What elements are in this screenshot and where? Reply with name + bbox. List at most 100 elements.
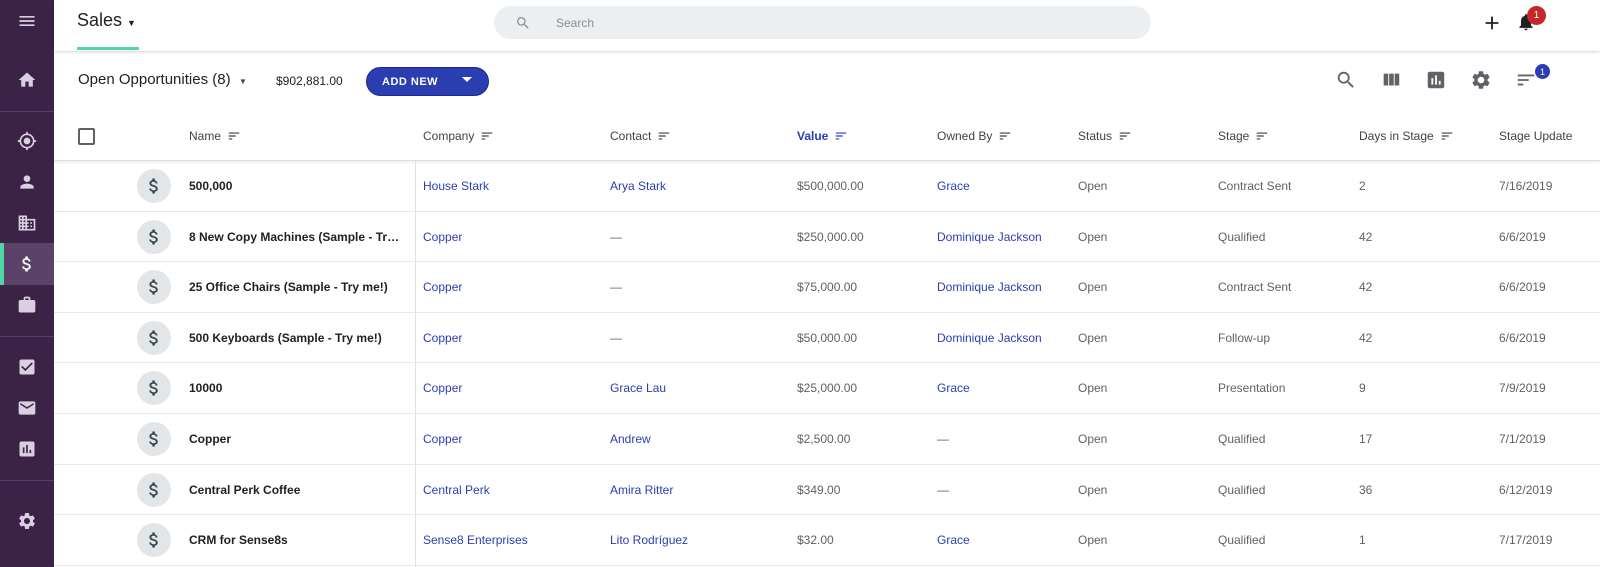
contact-empty: —: [610, 330, 622, 345]
search-bar[interactable]: [494, 6, 1151, 39]
table-row[interactable]: Central Perk Coffee Central Perk Amira R…: [54, 465, 1600, 516]
opportunity-name[interactable]: 500,000: [189, 179, 404, 193]
caret-down-icon[interactable]: ▼: [239, 77, 247, 86]
days-in-stage-cell: 1: [1359, 533, 1366, 548]
stage-cell: Presentation: [1218, 381, 1286, 396]
search-input[interactable]: [556, 15, 1116, 30]
sidebar-item-tasks[interactable]: [0, 346, 54, 388]
opportunity-name[interactable]: 8 New Copy Machines (Sample - Try me!): [189, 230, 404, 244]
column-header-stage[interactable]: Stage: [1218, 129, 1269, 143]
column-header-owned-by[interactable]: Owned By: [937, 129, 1012, 143]
company-link[interactable]: Copper: [423, 432, 593, 446]
opportunity-name[interactable]: 10000: [189, 381, 404, 395]
table-row[interactable]: 10000 Copper Grace Lau $25,000.00 Grace …: [54, 363, 1600, 414]
company-link[interactable]: Central Perk: [423, 483, 593, 497]
company-link[interactable]: Copper: [423, 280, 593, 294]
value-cell: $250,000.00: [797, 229, 864, 244]
gear-icon: [1472, 71, 1490, 89]
view-selector[interactable]: Open Opportunities (8): [78, 71, 231, 88]
dollar-icon: [149, 532, 158, 548]
hamburger-menu-button[interactable]: [0, 0, 54, 42]
contact-link[interactable]: Andrew: [610, 432, 780, 446]
caret-down-icon: ▼: [127, 17, 136, 28]
table-row[interactable]: 500,000 House Stark Arya Stark $500,000.…: [54, 161, 1600, 212]
owner-link[interactable]: Dominique Jackson: [937, 280, 1067, 294]
opportunity-name[interactable]: Copper: [189, 432, 404, 446]
sort-icon: [1441, 132, 1452, 140]
column-header-stage-updated[interactable]: Stage Update: [1499, 129, 1572, 143]
add-button[interactable]: [1481, 12, 1503, 34]
company-link[interactable]: Copper: [423, 331, 593, 345]
status-cell: Open: [1078, 280, 1108, 295]
sidebar-item-reports[interactable]: [0, 428, 54, 470]
opportunity-avatar: [137, 371, 171, 406]
sidebar-item-leads[interactable]: [0, 120, 54, 162]
status-cell: Open: [1078, 482, 1108, 497]
contact-link[interactable]: Arya Stark: [610, 179, 780, 193]
company-link[interactable]: House Stark: [423, 179, 593, 193]
column-header-value[interactable]: Value: [797, 129, 848, 143]
home-icon: [18, 72, 36, 87]
opportunity-avatar: [137, 523, 171, 558]
sidebar-item-opportunities[interactable]: [0, 243, 54, 285]
stage-updated-cell: 7/17/2019: [1499, 533, 1553, 548]
top-bar: Sales ▼ 1: [54, 0, 1600, 51]
column-header-company[interactable]: Company: [423, 129, 494, 143]
plus-icon: [1485, 16, 1499, 30]
opportunity-name[interactable]: 500 Keyboards (Sample - Try me!): [189, 331, 404, 345]
search-list-button[interactable]: [1335, 69, 1359, 93]
opportunities-table: Name Company Contact Value Owned By Stat…: [54, 112, 1600, 567]
sidebar-item-people[interactable]: [0, 161, 54, 203]
opportunity-name[interactable]: Central Perk Coffee: [189, 483, 404, 497]
days-in-stage-cell: 42: [1359, 330, 1373, 345]
table-row[interactable]: 500 Keyboards (Sample - Try me!) Copper …: [54, 313, 1600, 364]
contact-link[interactable]: Amira Ritter: [610, 483, 780, 497]
reports-button[interactable]: [1425, 69, 1449, 93]
sidebar-item-projects[interactable]: [0, 284, 54, 326]
stage-updated-cell: 7/9/2019: [1499, 381, 1546, 396]
status-cell: Open: [1078, 330, 1108, 345]
sidebar-item-companies[interactable]: [0, 202, 54, 244]
value-cell: $349.00: [797, 482, 841, 497]
column-header-days-in-stage[interactable]: Days in Stage: [1359, 129, 1454, 143]
table-row[interactable]: 25 Office Chairs (Sample - Try me!) Copp…: [54, 262, 1600, 313]
columns-button[interactable]: [1380, 69, 1404, 93]
contact-link[interactable]: Lito Rodríguez: [610, 533, 780, 547]
list-settings-button[interactable]: [1470, 69, 1494, 93]
building-icon: [18, 215, 36, 231]
sidebar-divider: [0, 111, 54, 112]
company-link[interactable]: Copper: [423, 381, 593, 395]
opportunity-name[interactable]: 25 Office Chairs (Sample - Try me!): [189, 280, 404, 294]
column-header-status[interactable]: Status: [1078, 129, 1132, 143]
owner-link[interactable]: Grace: [937, 533, 1067, 547]
list-toolbar: Open Opportunities (8) ▼ $902,881.00 ADD…: [54, 51, 1600, 112]
sort-icon: [836, 132, 847, 140]
column-header-name[interactable]: Name: [189, 129, 241, 143]
contact-empty: —: [610, 229, 622, 244]
table-row[interactable]: CRM for Sense8s Sense8 Enterprises Lito …: [54, 515, 1600, 566]
add-new-button[interactable]: ADD NEW: [366, 67, 489, 96]
owner-empty: —: [937, 482, 949, 497]
sidebar-item-home[interactable]: [0, 59, 54, 101]
table-row[interactable]: 8 New Copy Machines (Sample - Try me!) C…: [54, 212, 1600, 263]
owner-link[interactable]: Dominique Jackson: [937, 230, 1067, 244]
column-header-contact[interactable]: Contact: [610, 129, 671, 143]
table-row[interactable]: Copper Copper Andrew $2,500.00 — Open Qu…: [54, 414, 1600, 465]
filter-icon: [1517, 74, 1535, 86]
sidebar-item-email[interactable]: [0, 387, 54, 429]
app-title-dropdown[interactable]: Sales ▼: [77, 10, 136, 31]
opportunity-name[interactable]: CRM for Sense8s: [189, 533, 404, 547]
owner-link[interactable]: Grace: [937, 179, 1067, 193]
company-link[interactable]: Copper: [423, 230, 593, 244]
briefcase-icon: [18, 296, 36, 313]
days-in-stage-cell: 42: [1359, 280, 1373, 295]
dropdown-arrow-icon[interactable]: [462, 77, 472, 82]
sidebar-item-settings[interactable]: [0, 500, 54, 542]
stage-updated-cell: 6/6/2019: [1499, 330, 1546, 345]
opportunity-avatar: [137, 472, 171, 507]
select-all-checkbox[interactable]: [78, 128, 95, 145]
owner-link[interactable]: Dominique Jackson: [937, 331, 1067, 345]
contact-link[interactable]: Grace Lau: [610, 381, 780, 395]
company-link[interactable]: Sense8 Enterprises: [423, 533, 593, 547]
owner-link[interactable]: Grace: [937, 381, 1067, 395]
